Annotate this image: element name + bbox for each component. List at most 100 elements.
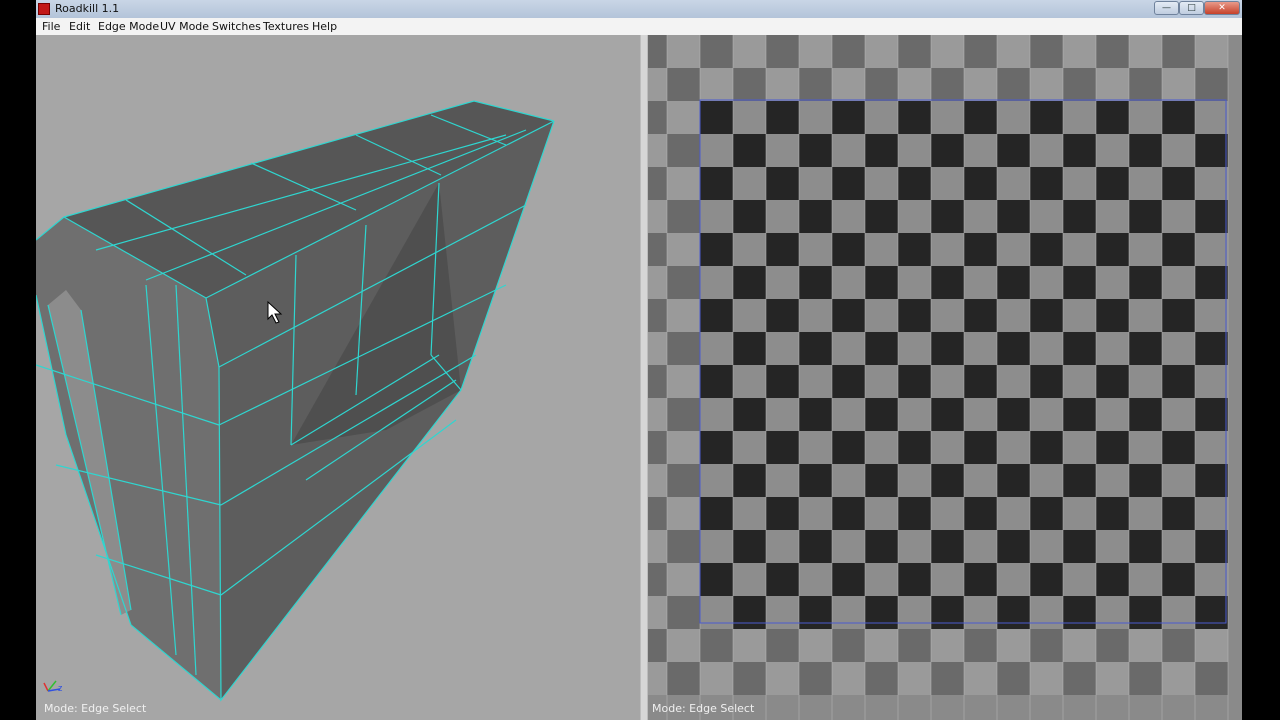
menu-edge-mode[interactable]: Edge Mode [98, 20, 159, 33]
checker-cell [700, 134, 733, 167]
minimize-button[interactable]: — [1154, 1, 1179, 15]
checker-cell [733, 332, 766, 365]
checker-cell [733, 662, 766, 695]
checker-cell [832, 332, 865, 365]
maximize-button[interactable]: □ [1179, 1, 1204, 15]
checker-cell [1030, 101, 1063, 134]
checker-cell [898, 365, 931, 398]
checker-cell [1162, 563, 1195, 596]
checker-cell [700, 200, 733, 233]
checker-cell [648, 596, 667, 629]
checker-cell [1129, 68, 1162, 101]
checker-cell [648, 167, 667, 200]
checker-cell [648, 530, 667, 563]
checker-cell [799, 299, 832, 332]
checker-cell [1063, 35, 1096, 68]
3d-viewport[interactable]: z Mode: Edge Select [36, 35, 640, 720]
checker-cell [931, 464, 964, 497]
checker-cell [1162, 134, 1195, 167]
checker-cell [766, 662, 799, 695]
checker-cell [1129, 167, 1162, 200]
checker-cell [1129, 233, 1162, 266]
checker-cell [997, 233, 1030, 266]
title-bar[interactable]: Roadkill 1.1 — □ ✕ [36, 0, 1242, 19]
menu-help[interactable]: Help [312, 20, 337, 33]
checker-cell [964, 332, 997, 365]
uv-viewport[interactable]: Mode: Edge Select [648, 35, 1242, 720]
checker-cell [1129, 596, 1162, 629]
checker-cell [1162, 200, 1195, 233]
checker-cell [799, 530, 832, 563]
checker-cell [1129, 332, 1162, 365]
checker-cell [667, 398, 700, 431]
checker-cell [1096, 134, 1129, 167]
checker-cell [997, 563, 1030, 596]
checker-cell [964, 233, 997, 266]
checker-cell [1162, 266, 1195, 299]
checker-cell [1195, 497, 1228, 530]
checker-cell [766, 299, 799, 332]
checker-cell [865, 563, 898, 596]
checker-cell [667, 200, 700, 233]
checker-cell [799, 266, 832, 299]
checker-cell [1129, 200, 1162, 233]
checker-cell [766, 101, 799, 134]
checker-cell [1063, 431, 1096, 464]
checker-cell [648, 398, 667, 431]
menu-textures[interactable]: Textures [263, 20, 309, 33]
menu-file[interactable]: File [42, 20, 60, 33]
checker-cell [1063, 233, 1096, 266]
checker-cell [1162, 332, 1195, 365]
checker-cell [964, 299, 997, 332]
app-window: Roadkill 1.1 — □ ✕ File Edit Edge Mode U… [36, 0, 1242, 720]
checker-cell [700, 233, 733, 266]
checker-cell [865, 662, 898, 695]
checker-cell [1030, 134, 1063, 167]
checker-cell [667, 365, 700, 398]
checker-cell [865, 332, 898, 365]
checker-cell [766, 365, 799, 398]
checker-cell [700, 662, 733, 695]
checker-cell [1129, 365, 1162, 398]
close-button[interactable]: ✕ [1204, 1, 1240, 15]
checker-cell [766, 563, 799, 596]
viewport-splitter[interactable] [640, 35, 648, 720]
checker-cell [648, 134, 667, 167]
checker-cell [1162, 101, 1195, 134]
checker-cell [898, 431, 931, 464]
checker-cell [667, 134, 700, 167]
3d-mesh-view[interactable]: z [36, 35, 640, 720]
uv-checker-grid[interactable] [648, 35, 1242, 720]
checker-cell [832, 68, 865, 101]
checker-cell [667, 497, 700, 530]
checker-cell [898, 629, 931, 662]
checker-cell [931, 101, 964, 134]
checker-cell [1129, 563, 1162, 596]
checker-cell [700, 332, 733, 365]
menu-switches[interactable]: Switches [212, 20, 261, 33]
checker-cell [1195, 398, 1228, 431]
checker-cell [931, 299, 964, 332]
checker-cell [667, 629, 700, 662]
checker-cell [1096, 464, 1129, 497]
checker-cell [964, 629, 997, 662]
menu-uv-mode[interactable]: UV Mode [160, 20, 209, 33]
checker-cell [898, 497, 931, 530]
checker-cell [733, 365, 766, 398]
checker-cell [964, 464, 997, 497]
checker-cell [1030, 332, 1063, 365]
checker-cell [898, 101, 931, 134]
checker-cell [667, 233, 700, 266]
checker-cell [931, 35, 964, 68]
checker-cell [832, 365, 865, 398]
checker-cell [832, 629, 865, 662]
checker-cell [648, 299, 667, 332]
checker-cell [898, 530, 931, 563]
checker-cell [799, 68, 832, 101]
checker-cell [832, 596, 865, 629]
checker-cell [1063, 200, 1096, 233]
checker-cell [931, 266, 964, 299]
checker-cell [1129, 101, 1162, 134]
menu-edit[interactable]: Edit [69, 20, 90, 33]
checker-cell [898, 167, 931, 200]
